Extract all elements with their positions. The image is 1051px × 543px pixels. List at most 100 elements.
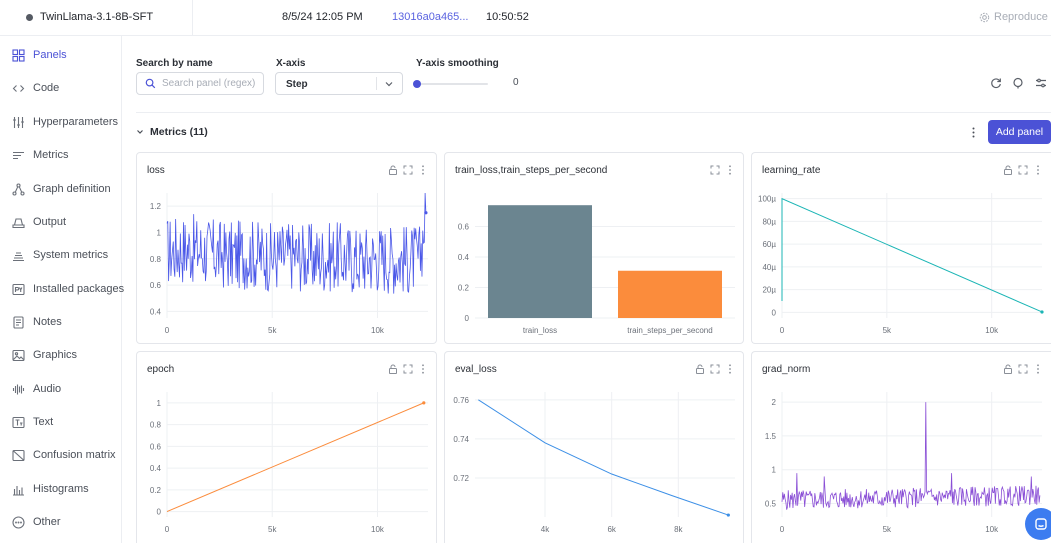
series-end-point bbox=[422, 401, 426, 405]
run-name[interactable]: TwinLlama-3.1-8B-SFT bbox=[40, 11, 153, 23]
panel-actions bbox=[388, 363, 428, 374]
xaxis-value: Step bbox=[286, 79, 308, 90]
lock-icon[interactable] bbox=[388, 164, 398, 175]
sidebar-item-label: Confusion matrix bbox=[33, 449, 116, 461]
metrics-section-toggle[interactable]: Metrics (11) bbox=[136, 124, 208, 140]
sidebar-item-label: System metrics bbox=[33, 249, 109, 261]
fullscreen-icon[interactable] bbox=[710, 164, 720, 175]
x-tick-label: 6k bbox=[607, 525, 616, 534]
kebab-icon[interactable] bbox=[725, 164, 735, 175]
y-tick-label: 0.2 bbox=[150, 486, 162, 495]
smoothing-label: Y-axis smoothing bbox=[416, 58, 499, 69]
sidebar-item-graphics[interactable]: Graphics bbox=[0, 342, 121, 368]
fullscreen-icon[interactable] bbox=[403, 164, 413, 175]
series-line bbox=[781, 402, 1041, 510]
add-panel-button[interactable]: Add panel bbox=[988, 120, 1051, 144]
sidebar-item-other[interactable]: Other bbox=[0, 509, 121, 535]
y-tick-label: 1 bbox=[772, 466, 777, 475]
loss-chart: 0.4 0.6 0.8 1 1.2 0 5k 10k bbox=[150, 192, 428, 335]
commit-link[interactable]: 13016a0a465... bbox=[392, 11, 468, 23]
y-tick-label: 0.4 bbox=[458, 253, 470, 262]
y-tick-label: 100µ bbox=[758, 195, 776, 204]
y-tick-label: 0.74 bbox=[453, 435, 469, 444]
sidebar-item-output[interactable]: Output bbox=[0, 209, 121, 235]
smoothing-slider-track[interactable] bbox=[416, 83, 488, 85]
lock-icon[interactable] bbox=[1003, 164, 1013, 175]
search-icon bbox=[145, 78, 156, 89]
kebab-icon[interactable] bbox=[1033, 164, 1043, 175]
learning-rate-chart: 0 20µ 40µ 60µ 80µ 100µ 0 5k 10k bbox=[758, 193, 1044, 335]
x-tick-label: 10k bbox=[985, 326, 999, 335]
panel-title: loss bbox=[147, 165, 165, 176]
sidebar-item-confusion-matrix[interactable]: Confusion matrix bbox=[0, 442, 121, 468]
kebab-icon[interactable] bbox=[418, 363, 428, 374]
y-tick-label: 0.6 bbox=[150, 442, 162, 451]
sync-icon bbox=[1013, 77, 1023, 89]
sidebar-item-installed-packages[interactable]: Installed packages bbox=[0, 276, 124, 302]
series-line bbox=[478, 399, 729, 516]
fullscreen-icon[interactable] bbox=[1018, 363, 1028, 374]
kebab-icon bbox=[972, 127, 974, 137]
sidebar-item-label: Histograms bbox=[33, 483, 89, 495]
kebab-icon[interactable] bbox=[725, 363, 735, 374]
smoothing-slider-handle[interactable] bbox=[413, 80, 421, 88]
sidebar-item-text[interactable]: Text bbox=[0, 409, 121, 435]
sidebar-item-label: Code bbox=[33, 82, 60, 94]
kebab-icon[interactable] bbox=[1033, 363, 1043, 374]
lock-icon[interactable] bbox=[695, 363, 705, 374]
x-tick-label: 0 bbox=[165, 525, 170, 534]
search-input[interactable] bbox=[162, 78, 258, 89]
metrics-section-title: Metrics (11) bbox=[150, 126, 208, 138]
panel-settings-button[interactable] bbox=[1034, 76, 1048, 90]
fullscreen-icon[interactable] bbox=[710, 363, 720, 374]
sidebar-item-label: Hyperparameters bbox=[33, 116, 118, 128]
search-label: Search by name bbox=[136, 58, 213, 69]
x-tick-label: 0 bbox=[780, 326, 785, 335]
chevron-down-icon bbox=[137, 130, 143, 134]
series-line bbox=[166, 192, 427, 294]
y-tick-label: 60µ bbox=[762, 240, 776, 249]
y-tick-label: 1 bbox=[157, 228, 162, 237]
image-icon bbox=[12, 349, 25, 362]
chevron-down-icon bbox=[385, 82, 393, 87]
sidebar-item-label: Metrics bbox=[33, 149, 69, 161]
x-tick-label: 4k bbox=[541, 525, 550, 534]
sidebar-item-panels[interactable]: Panels bbox=[0, 42, 121, 68]
sidebar-item-code[interactable]: Code bbox=[0, 75, 121, 101]
fullscreen-icon[interactable] bbox=[403, 363, 413, 374]
y-tick-label: 0.76 bbox=[453, 396, 469, 405]
sidebar-item-metrics[interactable]: Metrics bbox=[0, 142, 121, 168]
sidebar-item-histograms[interactable]: Histograms bbox=[0, 476, 121, 502]
x-tick-label: 5k bbox=[883, 525, 892, 534]
lock-icon[interactable] bbox=[388, 363, 398, 374]
sidebar-item-hyperparameters[interactable]: Hyperparameters bbox=[0, 109, 121, 135]
kebab-icon[interactable] bbox=[418, 164, 428, 175]
grad-norm-chart: 0.5 1 1.5 2 0 5k 10k bbox=[765, 392, 1042, 534]
reproduce-icon bbox=[979, 12, 990, 22]
text-icon bbox=[12, 416, 25, 429]
python-package-icon bbox=[12, 283, 25, 296]
notes-icon bbox=[12, 315, 25, 329]
series-end-point bbox=[424, 211, 428, 215]
system-metrics-icon bbox=[12, 249, 25, 262]
sidebar-item-audio[interactable]: Audio bbox=[0, 376, 121, 402]
y-tick-label: 0.8 bbox=[150, 421, 162, 430]
xaxis-label: X-axis bbox=[276, 58, 306, 69]
lock-icon[interactable] bbox=[1003, 363, 1013, 374]
section-menu-button[interactable] bbox=[968, 124, 978, 140]
chat-support-button[interactable] bbox=[1025, 508, 1051, 540]
xaxis-select[interactable]: Step bbox=[275, 72, 403, 95]
fullscreen-icon[interactable] bbox=[1018, 164, 1028, 175]
sidebar-item-notes[interactable]: Notes bbox=[0, 309, 121, 335]
refresh-button[interactable] bbox=[989, 76, 1003, 90]
sync-button[interactable] bbox=[1011, 76, 1025, 90]
smoothing-value[interactable]: 0 bbox=[513, 77, 519, 88]
y-tick-label: 0.5 bbox=[765, 499, 777, 508]
series-end-point bbox=[1040, 310, 1044, 314]
reproduce-button[interactable]: Reproduce bbox=[979, 11, 1048, 23]
sidebar-item-system-metrics[interactable]: System metrics bbox=[0, 242, 121, 268]
sidebar-item-graph-definition[interactable]: Graph definition bbox=[0, 176, 121, 202]
y-tick-label: 2 bbox=[772, 398, 777, 407]
y-tick-label: 0.4 bbox=[150, 464, 162, 473]
code-icon bbox=[12, 82, 25, 95]
